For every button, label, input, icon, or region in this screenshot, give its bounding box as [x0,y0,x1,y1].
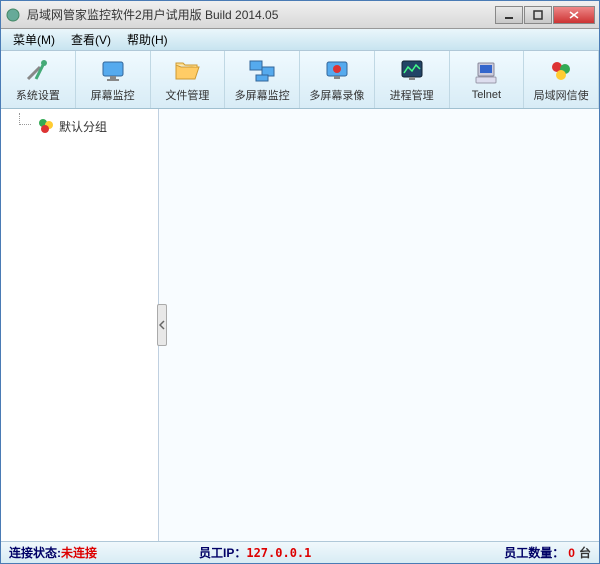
menu-help[interactable]: 帮助(H) [119,29,176,50]
ip-label: 员工IP： [199,544,246,561]
count-label: 员工数量： [504,544,564,561]
close-button[interactable] [553,6,595,24]
monitor-icon [99,57,127,85]
status-ip: 员工IP： 127.0.0.1 [199,544,504,561]
tool-system-settings[interactable]: 系统设置 [1,51,76,108]
tree-label: 默认分组 [59,118,107,135]
menu-main[interactable]: 菜单(M) [5,29,63,50]
titlebar: 局域网管家监控软件2用户试用版 Build 2014.05 [1,1,599,29]
statusbar: 连接状态: 未连接 员工IP： 127.0.0.1 员工数量： 0 台 [1,541,599,563]
tool-label: Telnet [472,89,501,101]
tool-multi-monitor[interactable]: 多屏幕监控 [225,51,300,108]
telnet-icon [472,59,500,87]
tree-default-group[interactable]: 默认分组 [5,115,154,137]
tool-label: 文件管理 [165,87,209,103]
tool-messenger[interactable]: 局域网信使 [524,51,599,108]
main-panel [159,109,599,541]
splitter-handle[interactable] [157,304,167,346]
tool-multi-record[interactable]: 多屏幕录像 [300,51,375,108]
conn-value: 未连接 [61,544,97,561]
settings-icon [24,57,52,85]
sidebar-tree: 默认分组 [1,109,159,541]
tool-label: 系统设置 [16,87,60,103]
content-area: 默认分组 [1,109,599,541]
group-icon [37,117,55,135]
process-icon [398,57,426,85]
ip-value: 127.0.0.1 [246,546,311,560]
folder-open-icon [173,57,201,85]
tool-label: 多屏幕监控 [235,87,290,103]
count-value: 0 [568,546,575,560]
minimize-button[interactable] [495,6,523,24]
app-window: 局域网管家监控软件2用户试用版 Build 2014.05 菜单(M) 查看(V… [0,0,600,564]
status-count: 员工数量： 0 台 [504,544,591,561]
tool-label: 多屏幕录像 [309,87,364,103]
tool-label: 局域网信使 [534,87,589,103]
multi-record-icon [323,57,351,85]
toolbar: 系统设置 屏幕监控 文件管理 多屏幕监控 多屏幕录像 进程管理 Telnet [1,51,599,109]
menu-view[interactable]: 查看(V) [63,29,119,50]
window-controls [495,6,595,24]
tool-process-manage[interactable]: 进程管理 [375,51,450,108]
menubar: 菜单(M) 查看(V) 帮助(H) [1,29,599,51]
messenger-icon [547,57,575,85]
app-icon [5,7,21,23]
tool-screen-monitor[interactable]: 屏幕监控 [76,51,151,108]
status-connection: 连接状态: 未连接 [9,544,199,561]
tool-label: 进程管理 [390,87,434,103]
count-unit: 台 [579,544,591,561]
tool-telnet[interactable]: Telnet [450,51,525,108]
window-title: 局域网管家监控软件2用户试用版 Build 2014.05 [27,6,495,23]
maximize-button[interactable] [524,6,552,24]
conn-label: 连接状态: [9,544,61,561]
tool-label: 屏幕监控 [91,87,135,103]
tree-connector [19,113,31,125]
tool-file-manage[interactable]: 文件管理 [151,51,226,108]
multi-monitor-icon [248,57,276,85]
